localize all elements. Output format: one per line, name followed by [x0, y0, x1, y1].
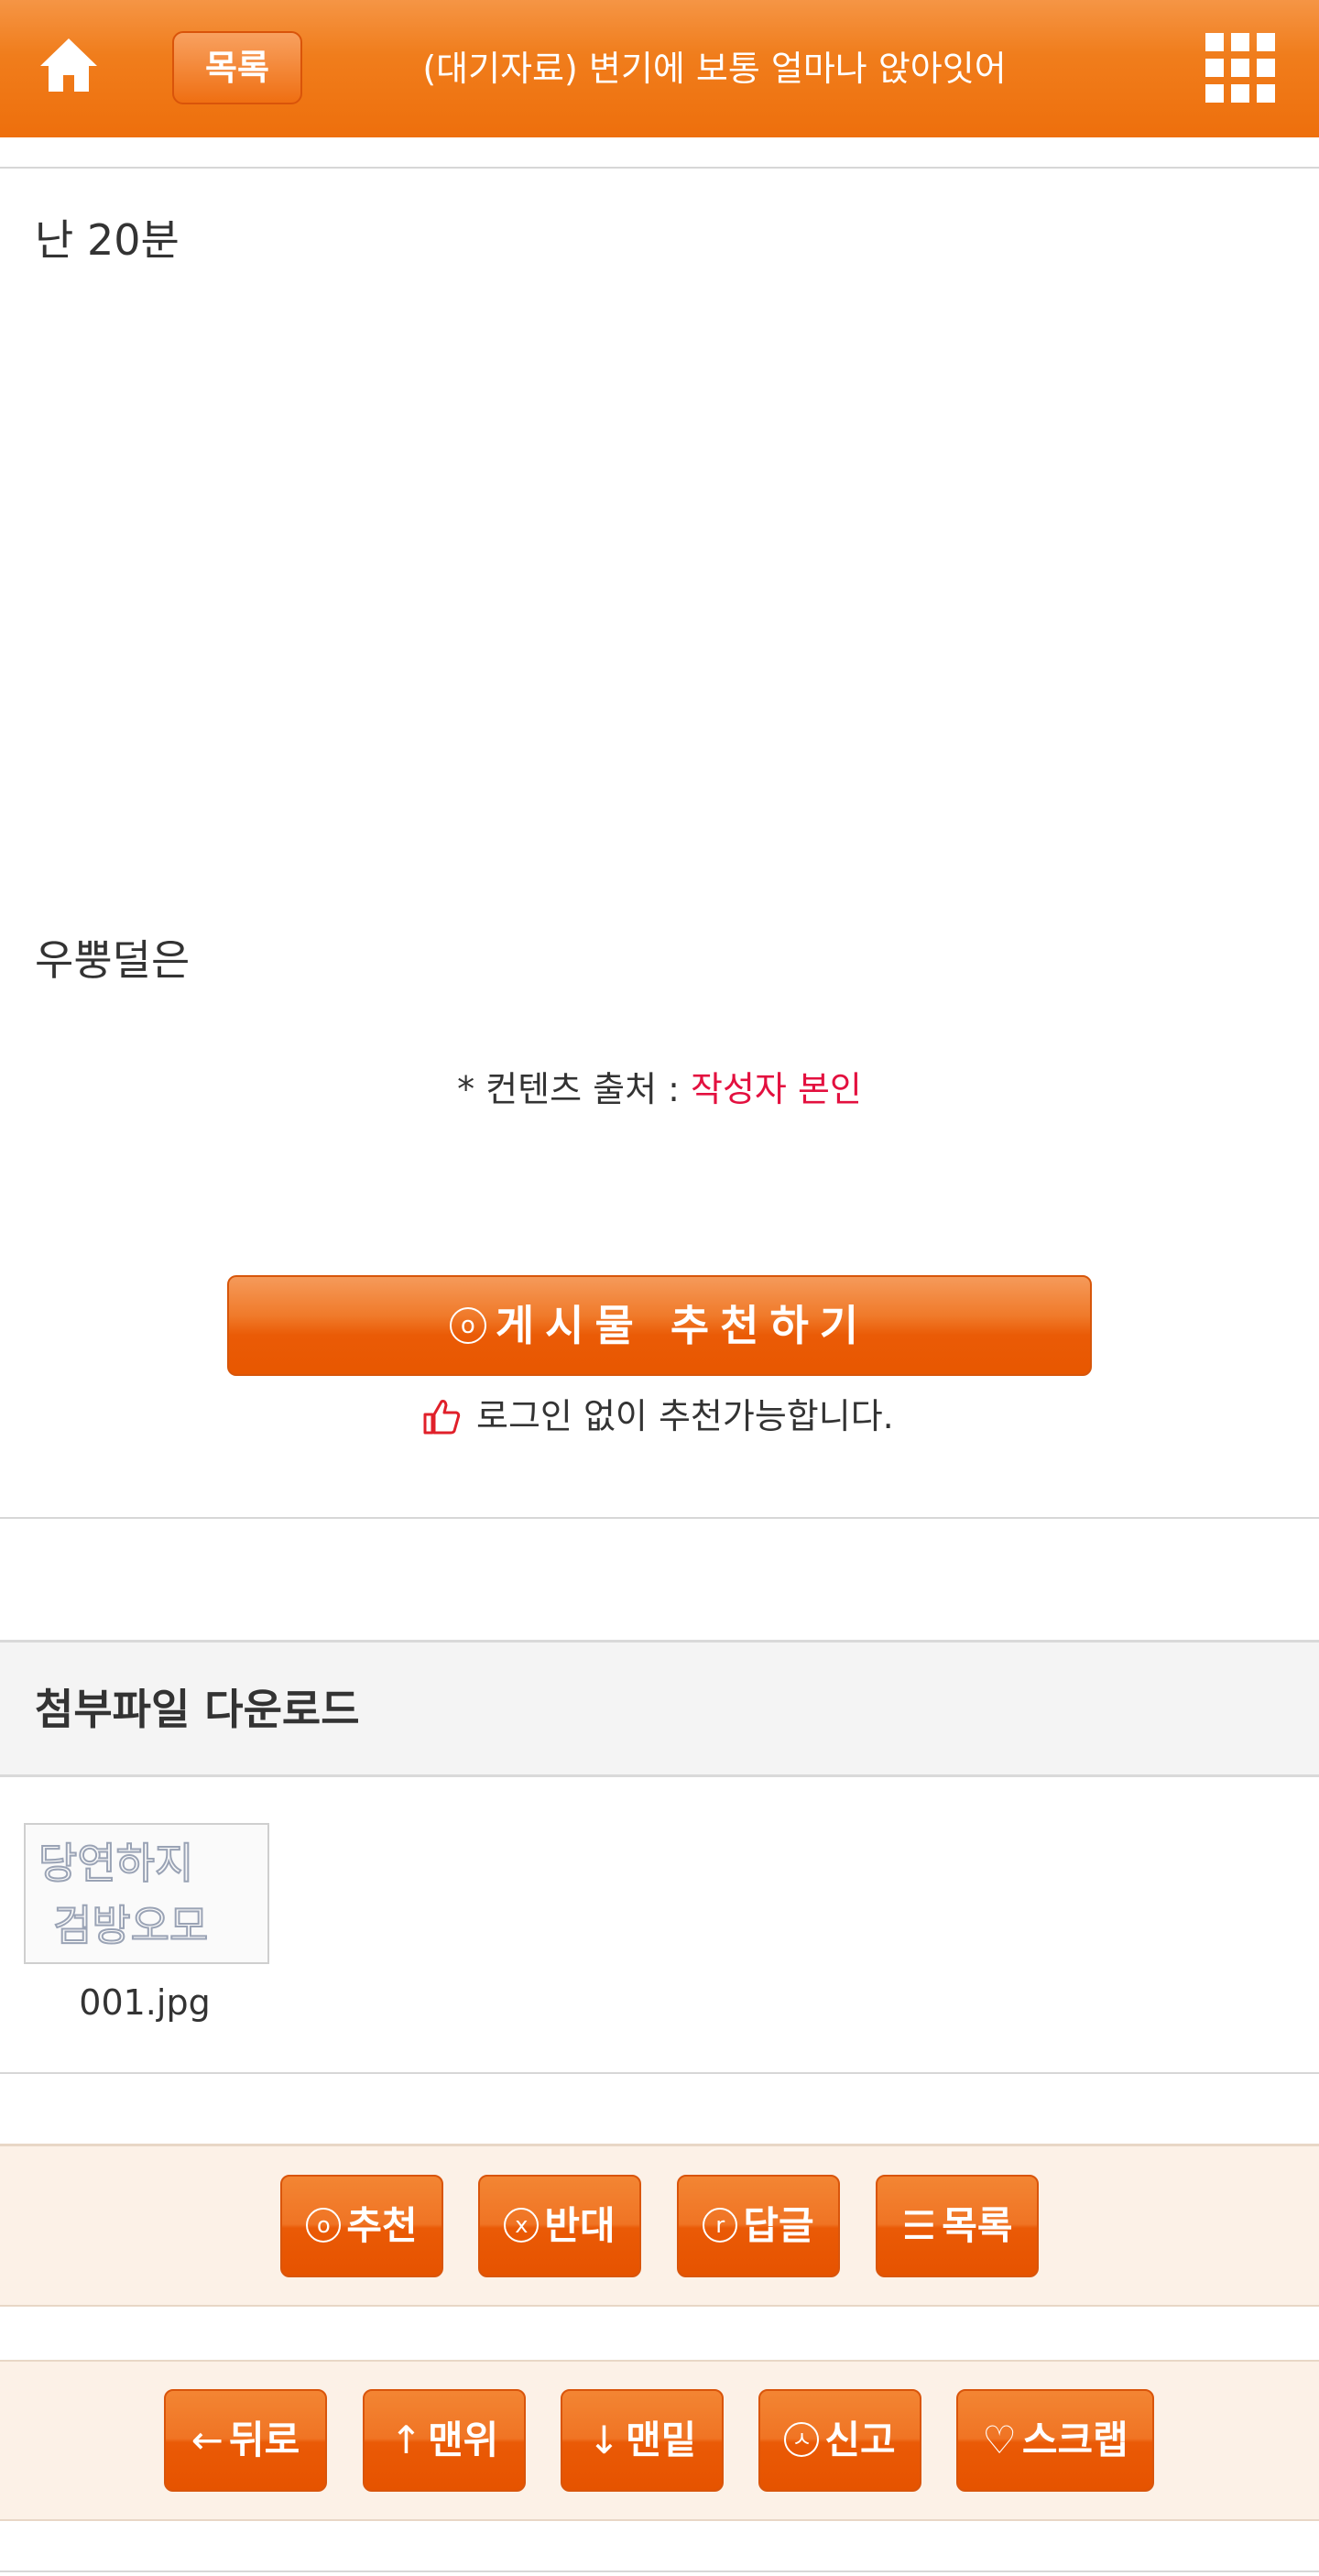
heart-icon: ♡	[982, 2418, 1017, 2462]
grid-menu-icon[interactable]	[1205, 33, 1275, 103]
attachments-heading: 첨부파일 다운로드	[35, 1685, 360, 1734]
home-icon	[40, 38, 97, 92]
arrow-up-icon: ↑	[389, 2418, 422, 2462]
list-icon: ☰	[901, 2203, 937, 2248]
report-button[interactable]: ㅅ 신고	[758, 2389, 921, 2492]
content-source: * 컨텐츠 출처 : 작성자 본인	[0, 1061, 1319, 1111]
report-label: 신고	[824, 2418, 896, 2462]
home-button[interactable]	[37, 33, 101, 97]
reply-label: 답글	[743, 2203, 814, 2248]
divider	[0, 2072, 1319, 2074]
arrow-down-icon: ↓	[587, 2418, 620, 2462]
back-label: 뒤로	[228, 2418, 300, 2462]
upvote-mark-icon: o	[306, 2207, 342, 2243]
reply-mark-icon: r	[703, 2207, 738, 2243]
scrap-label: 스크랩	[1021, 2418, 1128, 2462]
upvote-label: 추천	[346, 2203, 418, 2248]
page-title: (대기자료) 변기에 보통 얼마나 앉아잇어	[422, 49, 1007, 89]
divider	[0, 1517, 1319, 1519]
thumbs-up-icon	[423, 1400, 461, 1435]
scroll-bottom-button[interactable]: ↓ 맨밑	[561, 2389, 724, 2492]
list-bottom-label: 목록	[942, 2203, 1013, 2248]
action-bar	[0, 2144, 1319, 2307]
recommend-post-label: 게시물 추천하기	[495, 1301, 870, 1350]
post-line-1: 난 20분	[35, 215, 180, 265]
recommend-mark-icon: o	[449, 1306, 486, 1344]
upvote-button[interactable]: o 추천	[280, 2175, 443, 2277]
downvote-mark-icon: x	[504, 2207, 540, 2243]
downvote-label: 반대	[544, 2203, 616, 2248]
reply-button[interactable]: r 답글	[677, 2175, 840, 2277]
recommend-post-button[interactable]: o 게시물 추천하기	[227, 1275, 1092, 1376]
top-bar: 목록 (대기자료) 변기에 보통 얼마나 앉아잇어	[0, 0, 1319, 137]
divider	[0, 2571, 1319, 2572]
arrow-left-icon: ←	[191, 2418, 223, 2462]
attachment-thumbnail[interactable]: 당연하지 검방오모	[24, 1823, 269, 1964]
scroll-top-button[interactable]: ↑ 맨위	[363, 2389, 526, 2492]
downvote-button[interactable]: x 반대	[478, 2175, 641, 2277]
report-mark-icon: ㅅ	[784, 2421, 820, 2457]
divider	[0, 167, 1319, 169]
back-button[interactable]: ← 뒤로	[164, 2389, 327, 2492]
attachments-header: 첨부파일 다운로드	[0, 1640, 1319, 1777]
content-source-author: 작성자 본인	[691, 1069, 862, 1109]
content-source-label: * 컨텐츠 출처 :	[457, 1069, 692, 1109]
attachment-file-name[interactable]: 001.jpg	[24, 1982, 266, 2023]
thumbnail-text-2: 검방오모	[53, 1901, 208, 1950]
post-line-2: 우뿡덜은	[35, 935, 191, 985]
thumbnail-text-1: 당연하지	[38, 1839, 193, 1888]
scrap-button[interactable]: ♡ 스크랩	[956, 2389, 1154, 2492]
list-bottom-button[interactable]: ☰ 목록	[876, 2175, 1039, 2277]
list-button[interactable]: 목록	[172, 31, 302, 104]
scroll-bottom-label: 맨밑	[625, 2418, 697, 2462]
scroll-top-label: 맨위	[427, 2418, 499, 2462]
no-login-text: 로그인 없이 추천가능합니다.	[476, 1396, 894, 1436]
